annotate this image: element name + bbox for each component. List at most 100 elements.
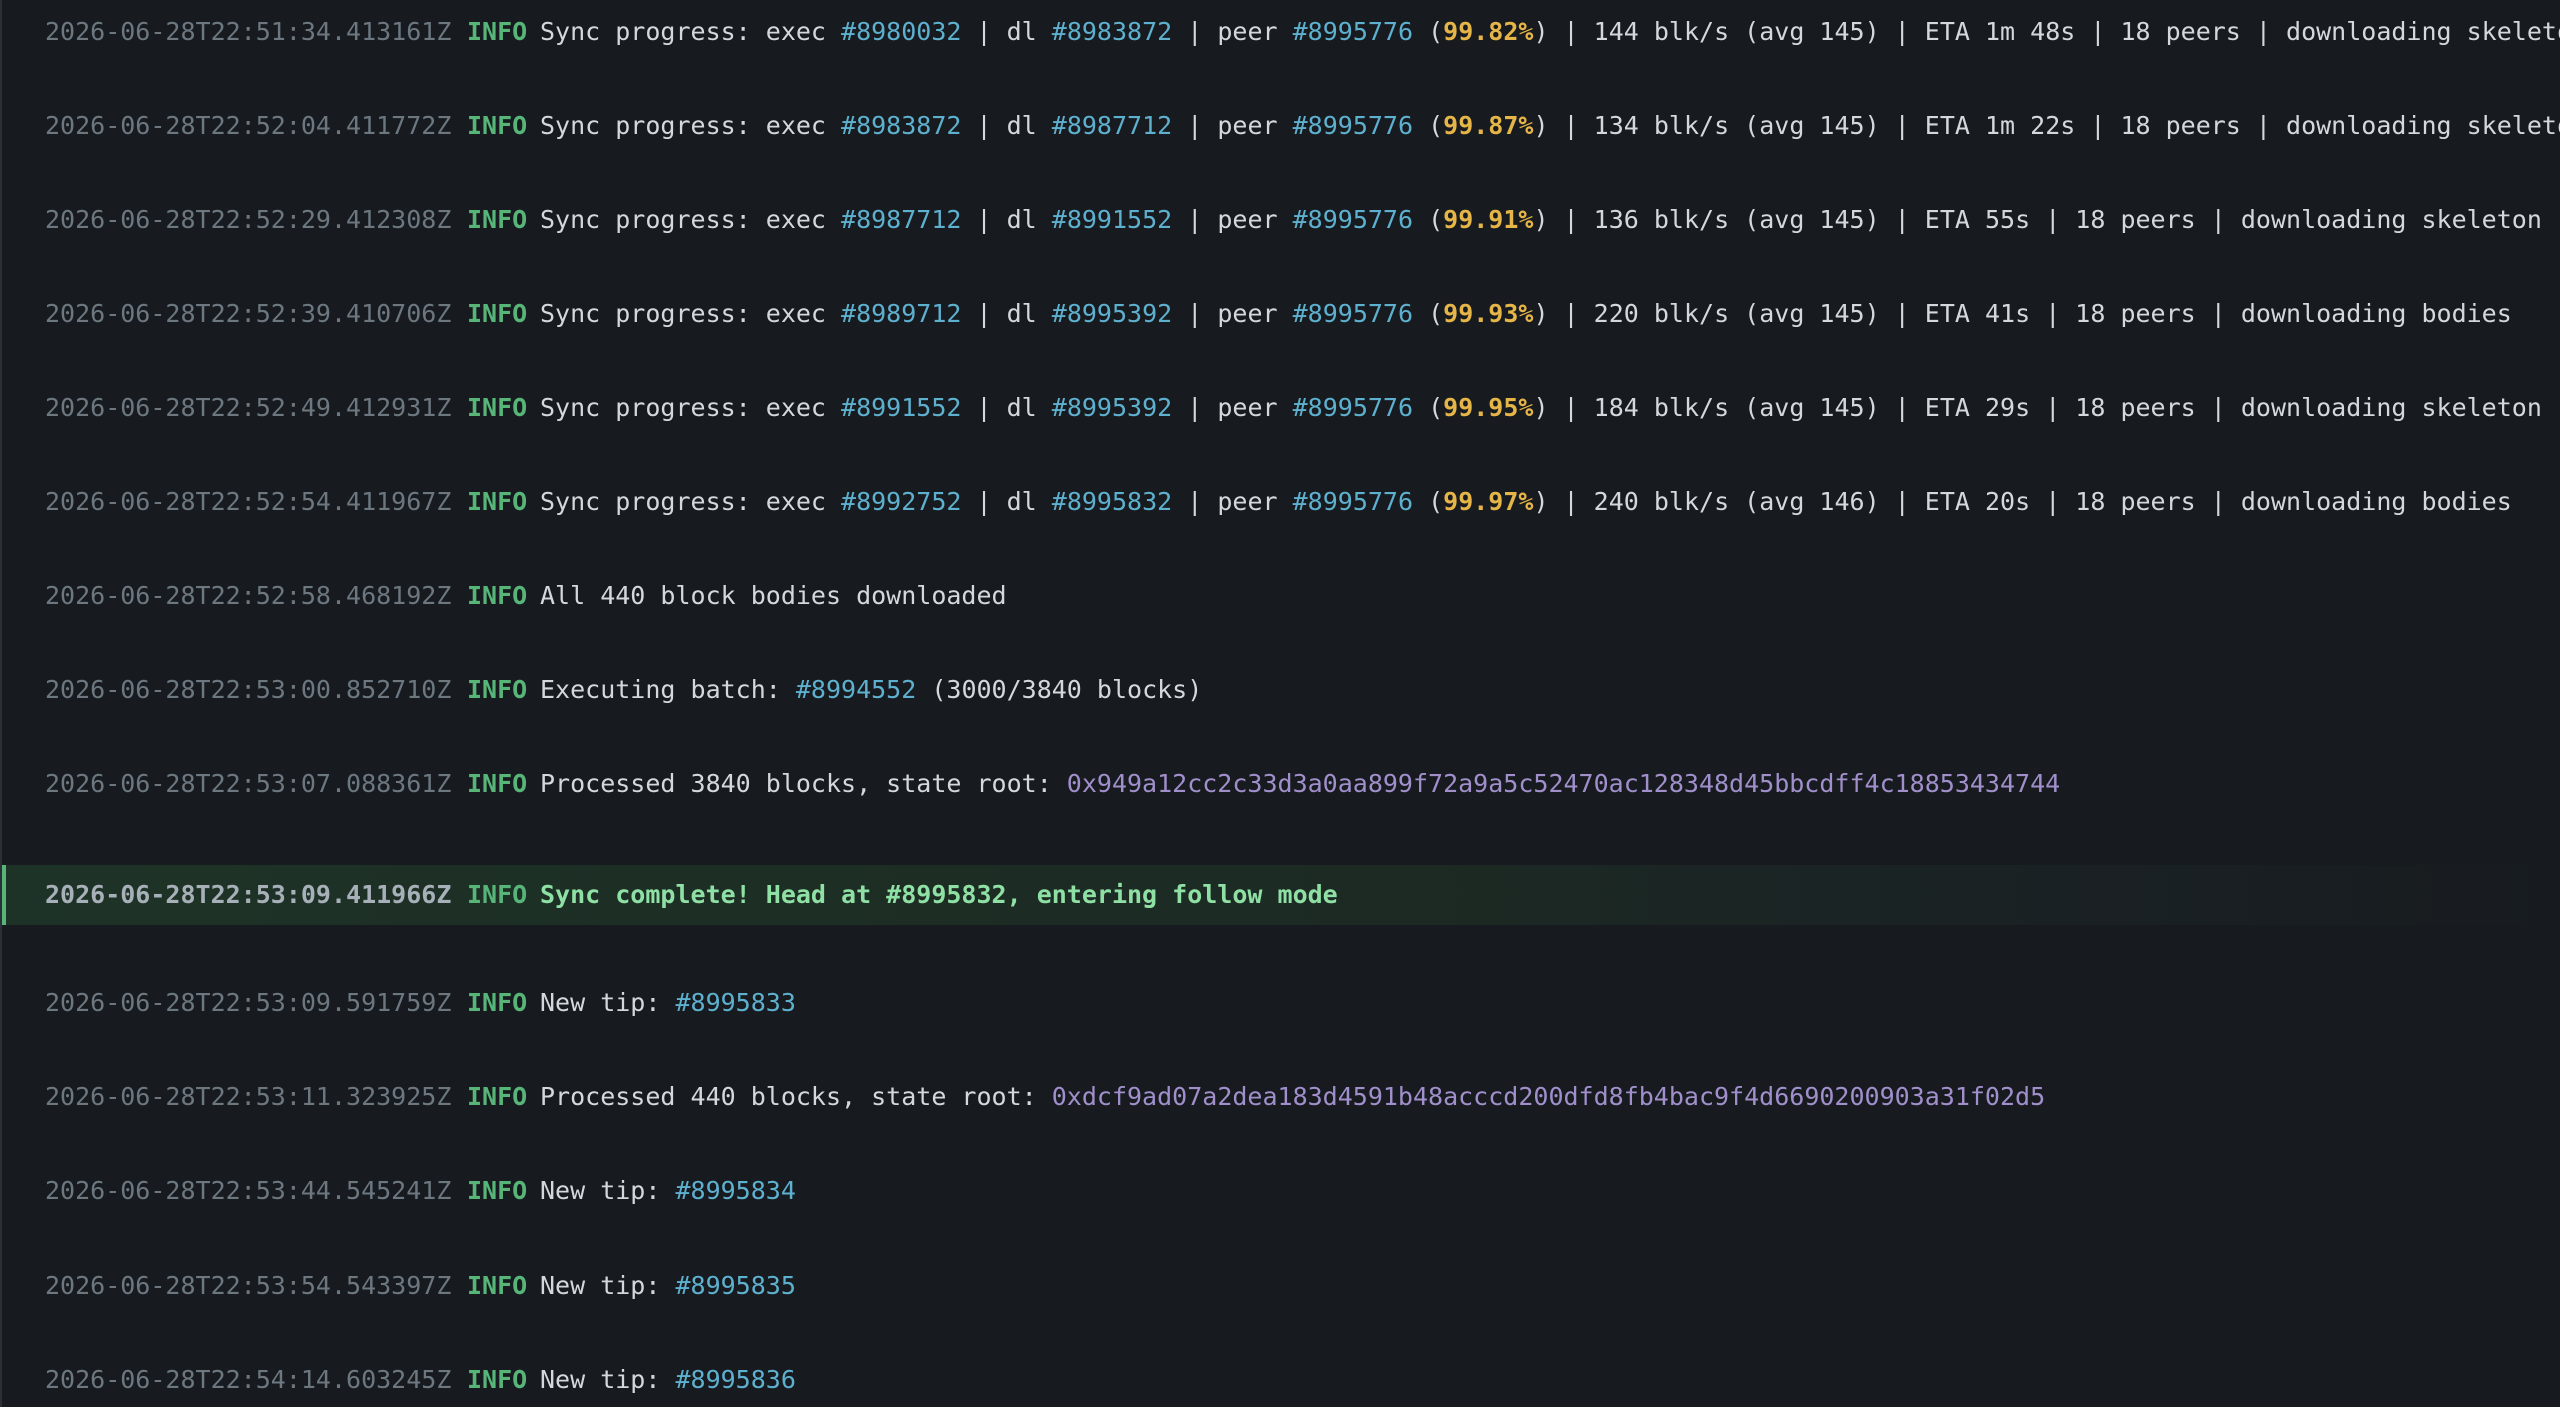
log-message: Sync progress: exec #8983872 | dl #89877… [540, 96, 2560, 156]
message-text: | peer [1172, 487, 1293, 516]
block-number: #8994552 [795, 675, 917, 704]
log-level: INFO [467, 675, 528, 704]
message-text: ) | 144 blk/s (avg 145) | ETA 1m 48s | 1… [1533, 17, 2560, 46]
log-timestamp: 2026-06-28T22:52:39.410706Z [45, 299, 452, 328]
log-entry: 2026-06-28T22:53:44.545241Z INFO New tip: … [2, 1161, 2560, 1221]
sync-percentage: 99.93% [1443, 299, 1534, 328]
log-message: Processed 440 blocks, state root: 0xdcf9… [540, 1067, 2045, 1127]
log-level: INFO [467, 988, 528, 1017]
log-timestamp: 2026-06-28T22:53:54.543397Z [45, 1271, 452, 1300]
log-level: INFO [467, 299, 528, 328]
log-level: INFO [467, 1365, 528, 1394]
message-text: | dl [961, 17, 1052, 46]
sync-percentage: 99.91% [1443, 205, 1534, 234]
log-level: INFO [467, 393, 528, 422]
message-text: (3000/3840 blocks) [916, 675, 1203, 704]
message-text: ) | 184 blk/s (avg 145) | ETA 29s | 18 p… [1533, 393, 2542, 422]
block-number: #8987712 [841, 205, 962, 234]
log-level: INFO [467, 487, 528, 516]
message-text: | dl [961, 299, 1052, 328]
message-text: Sync progress: exec [540, 393, 842, 422]
block-number: #8995392 [1051, 299, 1173, 328]
block-number: #8995836 [675, 1365, 796, 1394]
message-text: New tip: [540, 988, 676, 1017]
message-text: | dl [961, 111, 1052, 140]
message-text: Sync complete! Head at #8995832, enterin… [540, 880, 1338, 909]
message-text: New tip: [540, 1271, 676, 1300]
log-viewer[interactable]: 2026-06-28T22:51:34.413161Z INFO Sync prog… [0, 0, 2560, 1407]
log-message: Sync progress: exec #8991552 | dl #89953… [540, 378, 2542, 438]
block-number: #8995833 [675, 988, 796, 1017]
message-text: New tip: [540, 1365, 676, 1394]
log-timestamp: 2026-06-28T22:53:07.088361Z [45, 769, 452, 798]
log-entry: 2026-06-28T22:52:49.412931Z INFO Sync prog… [2, 378, 2560, 438]
log-entry: 2026-06-28T22:54:14.603245Z INFO New tip: … [2, 1350, 2560, 1407]
highlight-marker [2, 865, 6, 925]
block-number: #8995776 [1292, 299, 1414, 328]
log-entry: 2026-06-28T22:52:04.411772Z INFO Sync prog… [2, 96, 2560, 156]
message-text: ) | 134 blk/s (avg 145) | ETA 1m 22s | 1… [1533, 111, 2560, 140]
block-number: #8995834 [675, 1176, 796, 1205]
log-level: INFO [467, 1176, 528, 1205]
log-entry: 2026-06-28T22:53:11.323925Z INFO Processed… [2, 1067, 2560, 1127]
block-number: #8983872 [1051, 17, 1173, 46]
block-number: #8995832 [1051, 487, 1173, 516]
sync-percentage: 99.87% [1443, 111, 1534, 140]
log-level: INFO [467, 17, 528, 46]
message-text: | dl [961, 205, 1052, 234]
sync-percentage: 99.97% [1443, 487, 1534, 516]
log-level: INFO [467, 880, 528, 909]
log-timestamp: 2026-06-28T22:54:14.603245Z [45, 1365, 452, 1394]
message-text: | peer [1172, 393, 1293, 422]
block-number: #8995776 [1292, 111, 1414, 140]
log-message: New tip: #8995834 [540, 1161, 796, 1221]
state-root-hash: 0x949a12cc2c33d3a0aa899f72a9a5c52470ac12… [1066, 769, 2061, 798]
log-timestamp: 2026-06-28T22:53:09.591759Z [45, 988, 452, 1017]
block-number: #8983872 [841, 111, 962, 140]
log-timestamp: 2026-06-28T22:52:04.411772Z [45, 111, 452, 140]
block-number: #8995776 [1292, 487, 1414, 516]
log-entry-highlighted: 2026-06-28T22:53:09.411966Z INFO Sync comp… [2, 865, 2560, 925]
block-number: #8995392 [1051, 393, 1173, 422]
block-number: #8995776 [1292, 393, 1414, 422]
log-message: Processed 3840 blocks, state root: 0x949… [540, 754, 2060, 814]
log-entry: 2026-06-28T22:53:07.088361Z INFO Processed… [2, 754, 2560, 814]
log-message: New tip: #8995833 [540, 973, 796, 1033]
log-entry: 2026-06-28T22:51:34.413161Z INFO Sync prog… [2, 2, 2560, 62]
block-number: #8995835 [675, 1271, 796, 1300]
block-number: #8987712 [1051, 111, 1173, 140]
log-message: Executing batch: #8994552 (3000/3840 blo… [540, 660, 1202, 720]
log-entry: 2026-06-28T22:53:09.591759Z INFO New tip: … [2, 973, 2560, 1033]
log-timestamp: 2026-06-28T22:52:49.412931Z [45, 393, 452, 422]
log-message: Sync progress: exec #8992752 | dl #89958… [540, 472, 2512, 532]
message-text: ( [1413, 393, 1444, 422]
state-root-hash: 0xdcf9ad07a2dea183d4591b48acccd200dfd8fb… [1051, 1082, 2046, 1111]
block-number: #8989712 [841, 299, 962, 328]
log-entry: 2026-06-28T22:53:00.852710Z INFO Executing… [2, 660, 2560, 720]
log-entry: 2026-06-28T22:52:58.468192Z INFO All 440 b… [2, 566, 2560, 626]
log-message: Sync progress: exec #8980032 | dl #89838… [540, 2, 2560, 62]
message-text: | peer [1172, 111, 1293, 140]
log-timestamp: 2026-06-28T22:53:44.545241Z [45, 1176, 452, 1205]
log-timestamp: 2026-06-28T22:52:54.411967Z [45, 487, 452, 516]
log-entry: 2026-06-28T22:52:29.412308Z INFO Sync prog… [2, 190, 2560, 250]
message-text: Sync progress: exec [540, 205, 842, 234]
block-number: #8991552 [1051, 205, 1173, 234]
message-text: Sync progress: exec [540, 299, 842, 328]
block-number: #8991552 [841, 393, 962, 422]
log-level: INFO [467, 1082, 528, 1111]
log-message: Sync progress: exec #8989712 | dl #89953… [540, 284, 2512, 344]
sync-percentage: 99.95% [1443, 393, 1534, 422]
message-text: Sync progress: exec [540, 17, 842, 46]
log-level: INFO [467, 1271, 528, 1300]
log-level: INFO [467, 769, 528, 798]
message-text: | peer [1172, 17, 1293, 46]
message-text: ( [1413, 299, 1444, 328]
message-text: ( [1413, 111, 1444, 140]
log-message: New tip: #8995835 [540, 1256, 796, 1316]
message-text: Executing batch: [540, 675, 796, 704]
log-entry: 2026-06-28T22:52:39.410706Z INFO Sync prog… [2, 284, 2560, 344]
log-level: INFO [467, 111, 528, 140]
block-number: #8992752 [841, 487, 962, 516]
message-text: | peer [1172, 299, 1293, 328]
